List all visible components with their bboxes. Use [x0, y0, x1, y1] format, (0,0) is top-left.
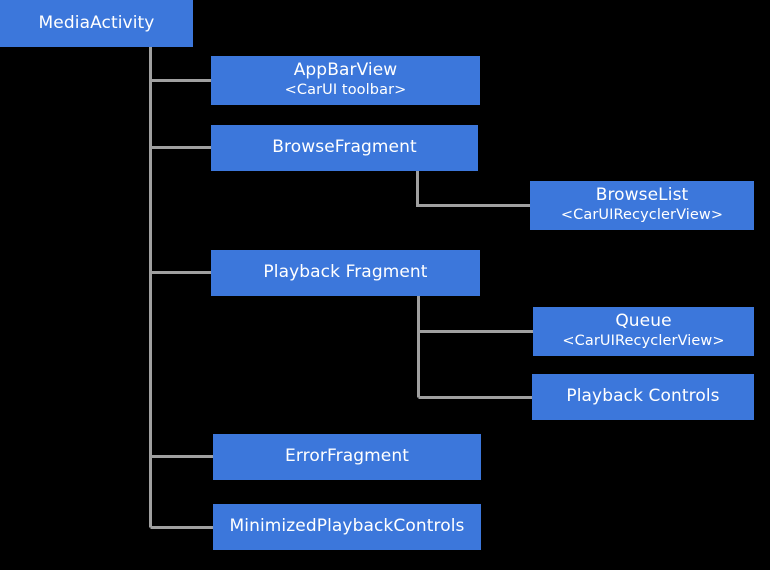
node-playback-controls[interactable]: Playback Controls [532, 374, 754, 420]
node-minimizedplaybackcontrols[interactable]: MinimizedPlaybackControls [213, 504, 481, 550]
diagram-canvas: MediaActivity AppBarView <CarUI toolbar>… [0, 0, 770, 570]
node-minimizedplaybackcontrols-title: MinimizedPlaybackControls [229, 516, 465, 537]
node-browsefragment[interactable]: BrowseFragment [211, 125, 478, 171]
node-browselist-title: BrowseList [595, 185, 689, 206]
edge-browsefragment-browselist [416, 171, 530, 207]
node-queue-subtitle: <CarUIRecyclerView> [562, 333, 725, 350]
node-appbarview[interactable]: AppBarView <CarUI toolbar> [211, 56, 480, 105]
node-browselist[interactable]: BrowseList <CarUIRecyclerView> [530, 181, 754, 230]
node-playback-fragment-title: Playback Fragment [263, 262, 428, 283]
node-browselist-subtitle: <CarUIRecyclerView> [560, 207, 724, 224]
node-browsefragment-title: BrowseFragment [272, 137, 417, 158]
node-playback-fragment[interactable]: Playback Fragment [211, 250, 480, 296]
node-queue[interactable]: Queue <CarUIRecyclerView> [533, 307, 754, 356]
node-appbarview-title: AppBarView [293, 60, 398, 81]
node-errorfragment-title: ErrorFragment [285, 446, 409, 467]
node-mediaactivity[interactable]: MediaActivity [0, 0, 193, 47]
node-queue-title: Queue [615, 311, 672, 332]
node-mediaactivity-title: MediaActivity [38, 12, 155, 33]
node-appbarview-subtitle: <CarUI toolbar> [284, 82, 407, 99]
node-playback-controls-title: Playback Controls [566, 386, 720, 407]
node-errorfragment[interactable]: ErrorFragment [213, 434, 481, 480]
